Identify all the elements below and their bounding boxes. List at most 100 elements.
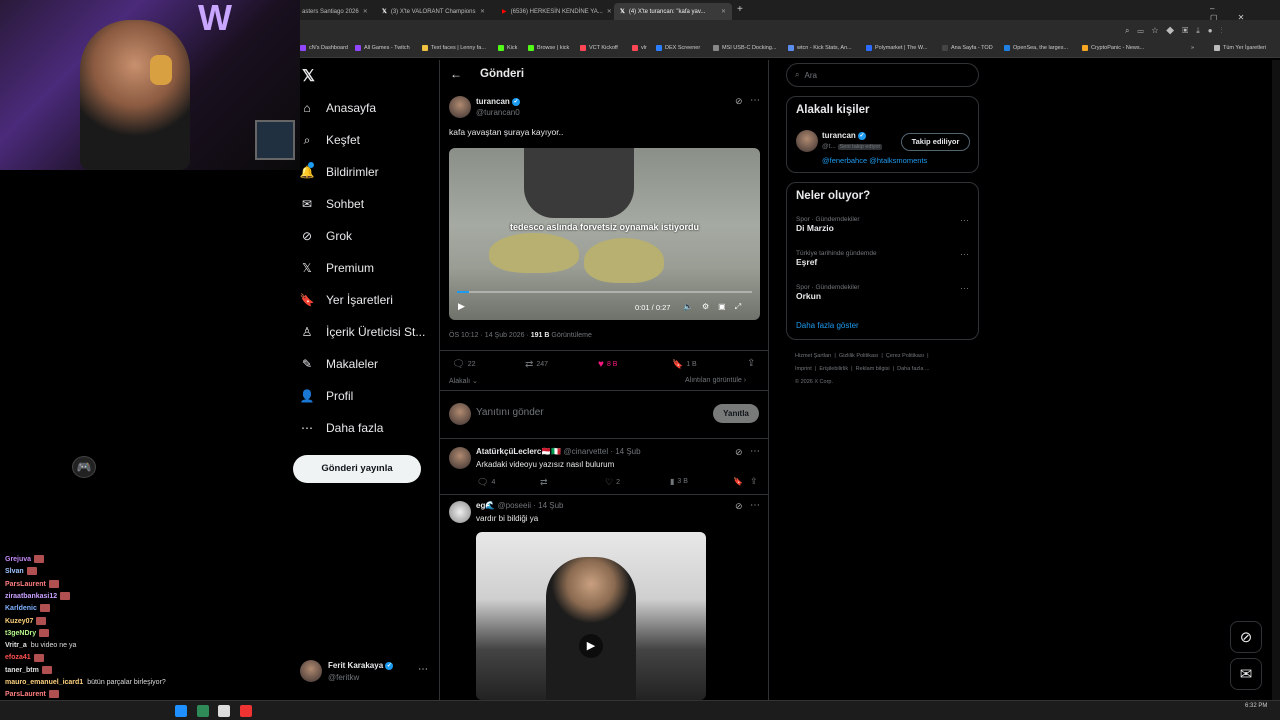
bookmark-item[interactable]: OpenSea, the larges...: [1004, 45, 1068, 51]
video-controls[interactable]: 🔈⚙▣⤢: [683, 302, 750, 312]
footer-link[interactable]: Reklam bilgisi: [856, 366, 890, 372]
grok-icon[interactable]: ⊘: [1230, 621, 1262, 653]
bookmark-item[interactable]: All Games - Twitch: [355, 45, 410, 51]
video-progress[interactable]: [457, 291, 752, 293]
browser-tab-active[interactable]: 𝕏 (4) X'te turancan: "kafa yav... ✕: [614, 3, 732, 20]
reply-author[interactable]: AtatürkçüLeclerc🇲🇨🇮🇹: [476, 447, 561, 456]
like-action[interactable]: ♡ 2: [605, 477, 620, 488]
sidebar-item-3[interactable]: 🔔 Bildirimler: [300, 162, 379, 182]
browser-tab[interactable]: ▶ (6536) HERKESİN KENDİNE YA... ✕: [496, 3, 611, 20]
grok-icon[interactable]: ⊘: [735, 96, 743, 107]
mail-icon[interactable]: ✉: [1230, 658, 1262, 690]
browser-tab[interactable]: 𝕏 (3) X'te VALORANT Champions ✕: [376, 3, 491, 20]
avatar[interactable]: [796, 130, 818, 152]
trend-item[interactable]: Spor · Gündemdekiler Orkun: [796, 284, 860, 301]
reply-author[interactable]: eg🌊: [476, 501, 495, 510]
user-bio[interactable]: @fenerbahce @htalksmoments: [822, 156, 927, 165]
footer-link[interactable]: Erişilebilirlik: [819, 366, 848, 372]
sidebar-item-7[interactable]: 🔖 Yer İşaretleri: [300, 290, 393, 310]
trend-item[interactable]: Spor · Gündemdekiler Di Marzio: [796, 216, 860, 233]
grok-icon[interactable]: ⊘: [735, 501, 743, 512]
extension-icon[interactable]: ◆: [1166, 26, 1182, 35]
more-icon[interactable]: ⋯: [418, 664, 428, 675]
author-handle[interactable]: @turancan0: [476, 108, 520, 117]
post-video[interactable]: tedesco aslında forvetsiz oynamak istiyo…: [449, 148, 760, 320]
sidebar-item-6[interactable]: 𝕏 Premium: [300, 258, 374, 278]
bookmark-item[interactable]: Browse | kick: [528, 45, 569, 51]
cast-icon[interactable]: ▭: [1137, 26, 1151, 35]
bookmark-item[interactable]: MSI USB-C Docking...: [713, 45, 776, 51]
footer-link[interactable]: Gizlilik Politikası: [839, 353, 878, 359]
scrollbar[interactable]: [1272, 60, 1280, 700]
sidebar-item-10[interactable]: 👤 Profil: [300, 386, 354, 406]
bookmark-item[interactable]: VCT Kickoff: [580, 45, 618, 51]
footer-link[interactable]: Çerez Politikası: [886, 353, 924, 359]
share-action[interactable]: ⇪: [750, 476, 758, 487]
trend-item[interactable]: Türkiye tarihinde gündemde Eşref: [796, 250, 877, 267]
author-name[interactable]: turancan ✓: [476, 97, 521, 106]
sort-relevant[interactable]: Alakalı ⌄: [449, 377, 478, 385]
app-icon[interactable]: [240, 705, 252, 717]
bookmark-item[interactable]: DEX Screener: [656, 45, 700, 51]
bookmark-action[interactable]: 🔖: [733, 477, 743, 486]
settings-icon[interactable]: ⚙: [702, 302, 718, 311]
all-bookmarks[interactable]: Tüm Yer İşaretleri: [1214, 45, 1266, 51]
puzzle-icon[interactable]: ▣: [1182, 26, 1196, 35]
footer-link[interactable]: Imprint: [795, 366, 812, 372]
bookmark-item[interactable]: CryptoPanic - News...: [1082, 45, 1144, 51]
reply-avatar[interactable]: [449, 501, 471, 523]
telegram-icon[interactable]: [175, 705, 187, 717]
x-logo-icon[interactable]: 𝕏: [302, 66, 315, 86]
reply-action[interactable]: 🗨 4: [477, 477, 495, 488]
sidebar-item-8[interactable]: ♙ İçerik Üreticisi St...: [300, 322, 426, 342]
reply-avatar[interactable]: [449, 447, 471, 469]
app-icon[interactable]: [218, 705, 230, 717]
xbox-icon[interactable]: [197, 705, 209, 717]
play-icon[interactable]: ▶: [458, 301, 465, 312]
sidebar-item-1[interactable]: ⌂ Anasayfa: [300, 98, 376, 118]
zoom-icon[interactable]: ⌕: [1125, 26, 1137, 35]
reply-handle[interactable]: @cinarvettel · 14 Şub: [564, 447, 641, 456]
sidebar-item-11[interactable]: ⋯ Daha fazla: [300, 418, 383, 438]
more-icon[interactable]: ⋯: [750, 500, 760, 511]
close-icon[interactable]: ✕: [480, 8, 485, 15]
show-more-link[interactable]: Daha fazla göster: [796, 321, 859, 330]
bookmark-item[interactable]: wtcn - Kick Stats, An...: [788, 45, 852, 51]
browser-tab[interactable]: asters Santiago 2026 ✕: [296, 3, 371, 20]
search-input[interactable]: ⌕ Ara: [786, 63, 979, 87]
sidebar-item-5[interactable]: ⊘ Grok: [300, 226, 352, 246]
more-icon[interactable]: ⋯: [750, 95, 760, 106]
reply-handle[interactable]: @poseeii · 14 Şub: [498, 501, 564, 510]
close-icon[interactable]: ✕: [363, 8, 368, 15]
sidebar-item-9[interactable]: ✎ Makaleler: [300, 354, 378, 374]
more-icon[interactable]: ⋯: [960, 249, 969, 260]
bookmarks-overflow[interactable]: »: [1191, 45, 1194, 51]
pip-icon[interactable]: ▣: [718, 302, 735, 311]
following-button[interactable]: Takip ediliyor: [901, 133, 970, 151]
footer-link[interactable]: Hizmet Şartları: [795, 353, 831, 359]
bookmark-item[interactable]: cN's Dashboard: [300, 45, 348, 51]
play-icon[interactable]: ▶: [579, 634, 603, 658]
back-arrow-icon[interactable]: ←: [450, 67, 462, 81]
repost-action[interactable]: ⇄ 247: [525, 359, 548, 370]
menu-icon[interactable]: ⋮: [1221, 26, 1231, 35]
view-quotes-link[interactable]: Alıntıları görüntüle ›: [685, 377, 746, 384]
author-avatar[interactable]: [449, 96, 471, 118]
avatar-icon[interactable]: ●: [1208, 26, 1221, 35]
bookmark-item[interactable]: Text faces | Lenny fa...: [422, 45, 486, 51]
bookmark-item[interactable]: Ana Sayfa - TOD: [942, 45, 993, 51]
star-icon[interactable]: ☆: [1152, 26, 1167, 35]
account-switcher[interactable]: Ferit Karakaya ✓ @feritkw ⋯: [300, 658, 440, 686]
reply-video[interactable]: ▶: [476, 532, 706, 700]
download-icon[interactable]: ⤓: [1196, 26, 1208, 35]
more-icon[interactable]: ⋯: [960, 215, 969, 226]
fullscreen-icon[interactable]: ⤢: [735, 302, 750, 311]
sidebar-item-4[interactable]: ✉ Sohbet: [300, 194, 364, 214]
repost-action[interactable]: ⇄: [540, 477, 551, 488]
footer-link[interactable]: Daha fazla ...: [897, 366, 929, 372]
more-icon[interactable]: ⋯: [960, 283, 969, 294]
views-action[interactable]: ▮ 3 B: [670, 477, 688, 486]
bookmark-item[interactable]: Polymarket | The W...: [866, 45, 927, 51]
new-tab-button[interactable]: +: [737, 4, 743, 15]
volume-icon[interactable]: 🔈: [683, 302, 702, 311]
